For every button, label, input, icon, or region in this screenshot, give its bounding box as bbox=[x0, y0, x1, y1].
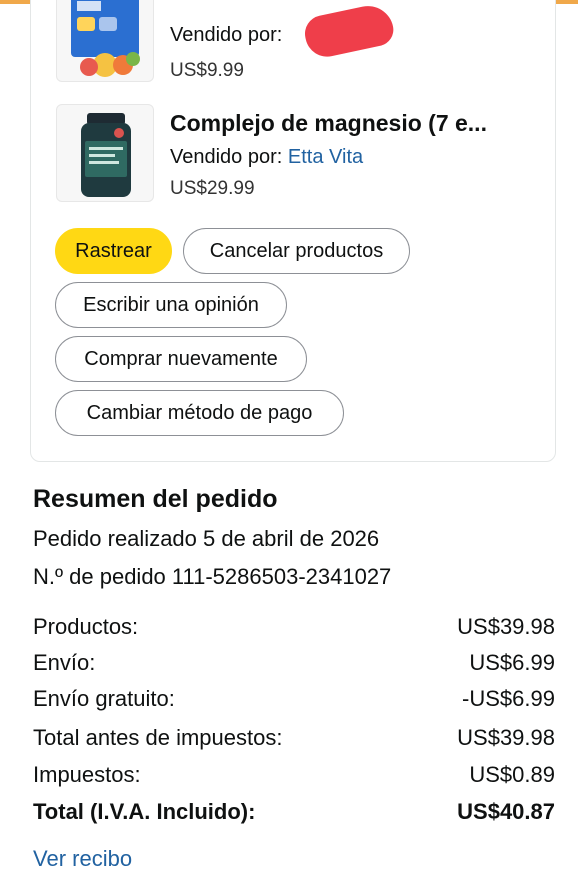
supplement-bottle-image bbox=[81, 113, 131, 197]
product-item[interactable]: Complejo de magnesio (7 e... Vendido por… bbox=[56, 104, 556, 204]
sold-by-label: Vendido por: bbox=[170, 24, 283, 46]
summary-row-tax: Impuestos: US$0.89 bbox=[33, 760, 555, 790]
order-number: N.º de pedido 111-5286503-2341027 bbox=[33, 564, 392, 589]
product-image[interactable] bbox=[56, 104, 154, 202]
product-price: US$9.99 bbox=[170, 60, 244, 81]
row-label: Envío gratuito: bbox=[33, 686, 175, 711]
product-seller: Vendido por: Etta Vita bbox=[170, 146, 363, 169]
product-image[interactable] bbox=[56, 0, 154, 82]
change-payment-button[interactable]: Cambiar método de pago bbox=[55, 390, 344, 436]
row-label: Envío: bbox=[33, 650, 96, 675]
row-label: Productos: bbox=[33, 614, 139, 639]
write-review-button[interactable]: Escribir una opinión bbox=[55, 282, 287, 328]
product-seller: Vendido por: bbox=[170, 24, 282, 47]
row-label: Impuestos: bbox=[33, 762, 141, 787]
row-value: US$40.87 bbox=[457, 799, 555, 824]
row-label: Total antes de impuestos: bbox=[33, 725, 283, 750]
summary-row-total: Total (I.V.A. Incluido): US$40.87 bbox=[33, 797, 555, 827]
summary-row-shipping: Envío: US$6.99 bbox=[33, 648, 555, 678]
row-value: US$39.98 bbox=[457, 614, 555, 639]
summary-row-free-shipping: Envío gratuito: -US$6.99 bbox=[33, 684, 555, 714]
order-date: Pedido realizado 5 de abril de 2026 bbox=[33, 526, 380, 551]
row-value: -US$6.99 bbox=[462, 686, 555, 711]
view-receipt-link[interactable]: Ver recibo bbox=[33, 846, 132, 872]
order-summary-title: Resumen del pedido bbox=[33, 485, 278, 513]
summary-row-products: Productos: US$39.98 bbox=[33, 612, 555, 642]
cancel-products-button[interactable]: Cancelar productos bbox=[183, 228, 410, 274]
supplement-box-image bbox=[71, 0, 140, 77]
seller-link[interactable]: Etta Vita bbox=[288, 146, 363, 168]
row-value: US$0.89 bbox=[469, 762, 555, 787]
row-label: Total (I.V.A. Incluido): bbox=[33, 799, 256, 824]
row-value: US$39.98 bbox=[457, 725, 555, 750]
buy-again-button[interactable]: Comprar nuevamente bbox=[55, 336, 307, 382]
sold-by-label: Vendido por: bbox=[170, 146, 283, 168]
product-price: US$29.99 bbox=[170, 178, 255, 199]
product-title[interactable]: Complejo de magnesio (7 e... bbox=[170, 110, 487, 137]
summary-row-pretax: Total antes de impuestos: US$39.98 bbox=[33, 723, 555, 753]
track-button[interactable]: Rastrear bbox=[55, 228, 172, 274]
row-value: US$6.99 bbox=[469, 650, 555, 675]
